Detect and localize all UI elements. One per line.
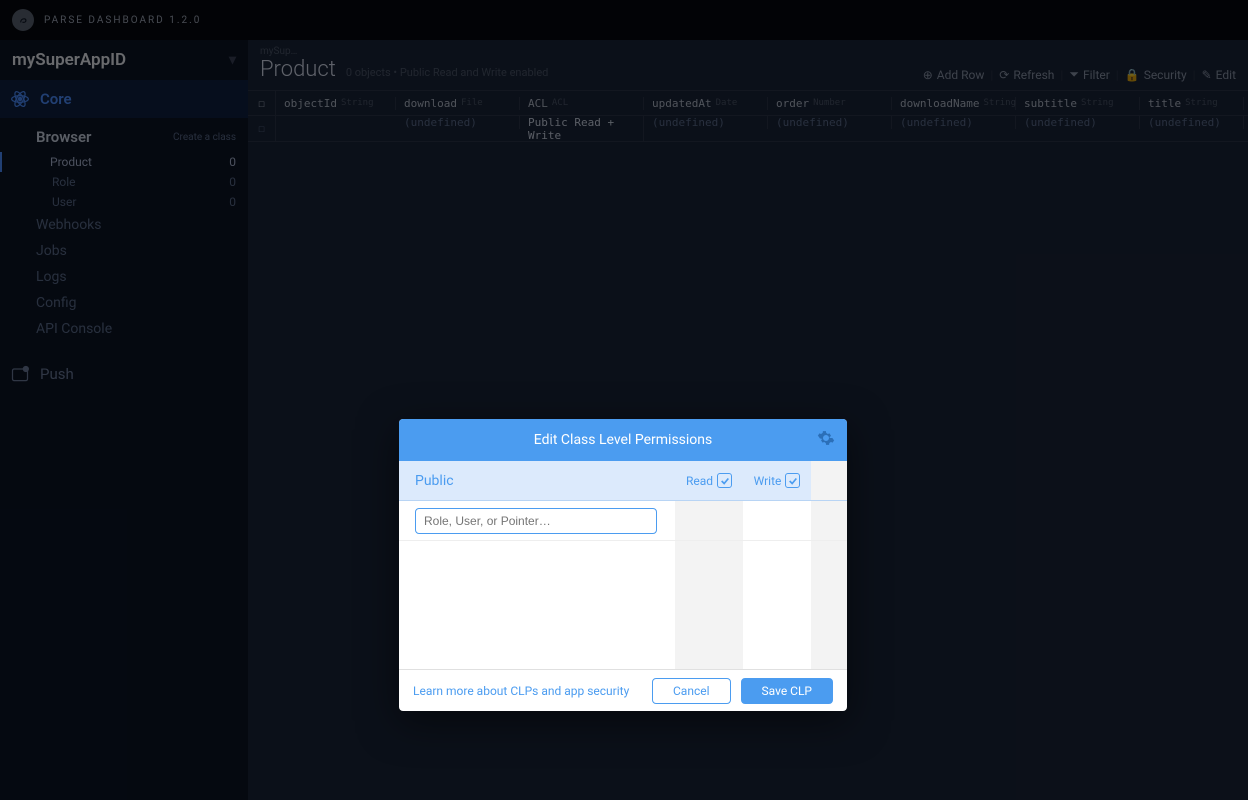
write-column-header: Write: [743, 461, 811, 500]
write-checkbox[interactable]: [785, 473, 800, 488]
read-checkbox[interactable]: [717, 473, 732, 488]
read-column-header: Read: [675, 461, 743, 500]
public-label: Public: [399, 473, 675, 489]
permission-list-empty: [399, 541, 847, 669]
role-user-pointer-input[interactable]: [415, 508, 657, 534]
modal-footer: Learn more about CLPs and app security C…: [399, 669, 847, 711]
save-clp-button[interactable]: Save CLP: [741, 678, 833, 704]
clp-modal: Edit Class Level Permissions Public Read…: [399, 419, 847, 711]
cancel-button[interactable]: Cancel: [652, 678, 731, 704]
public-permission-row: Public Read Write: [399, 461, 847, 501]
learn-more-link[interactable]: Learn more about CLPs and app security: [413, 684, 642, 698]
gear-icon[interactable]: [817, 429, 835, 451]
modal-title: Edit Class Level Permissions: [534, 432, 713, 448]
modal-header: Edit Class Level Permissions: [399, 419, 847, 461]
add-permission-row: [399, 501, 847, 541]
modal-body: Public Read Write: [399, 461, 847, 669]
